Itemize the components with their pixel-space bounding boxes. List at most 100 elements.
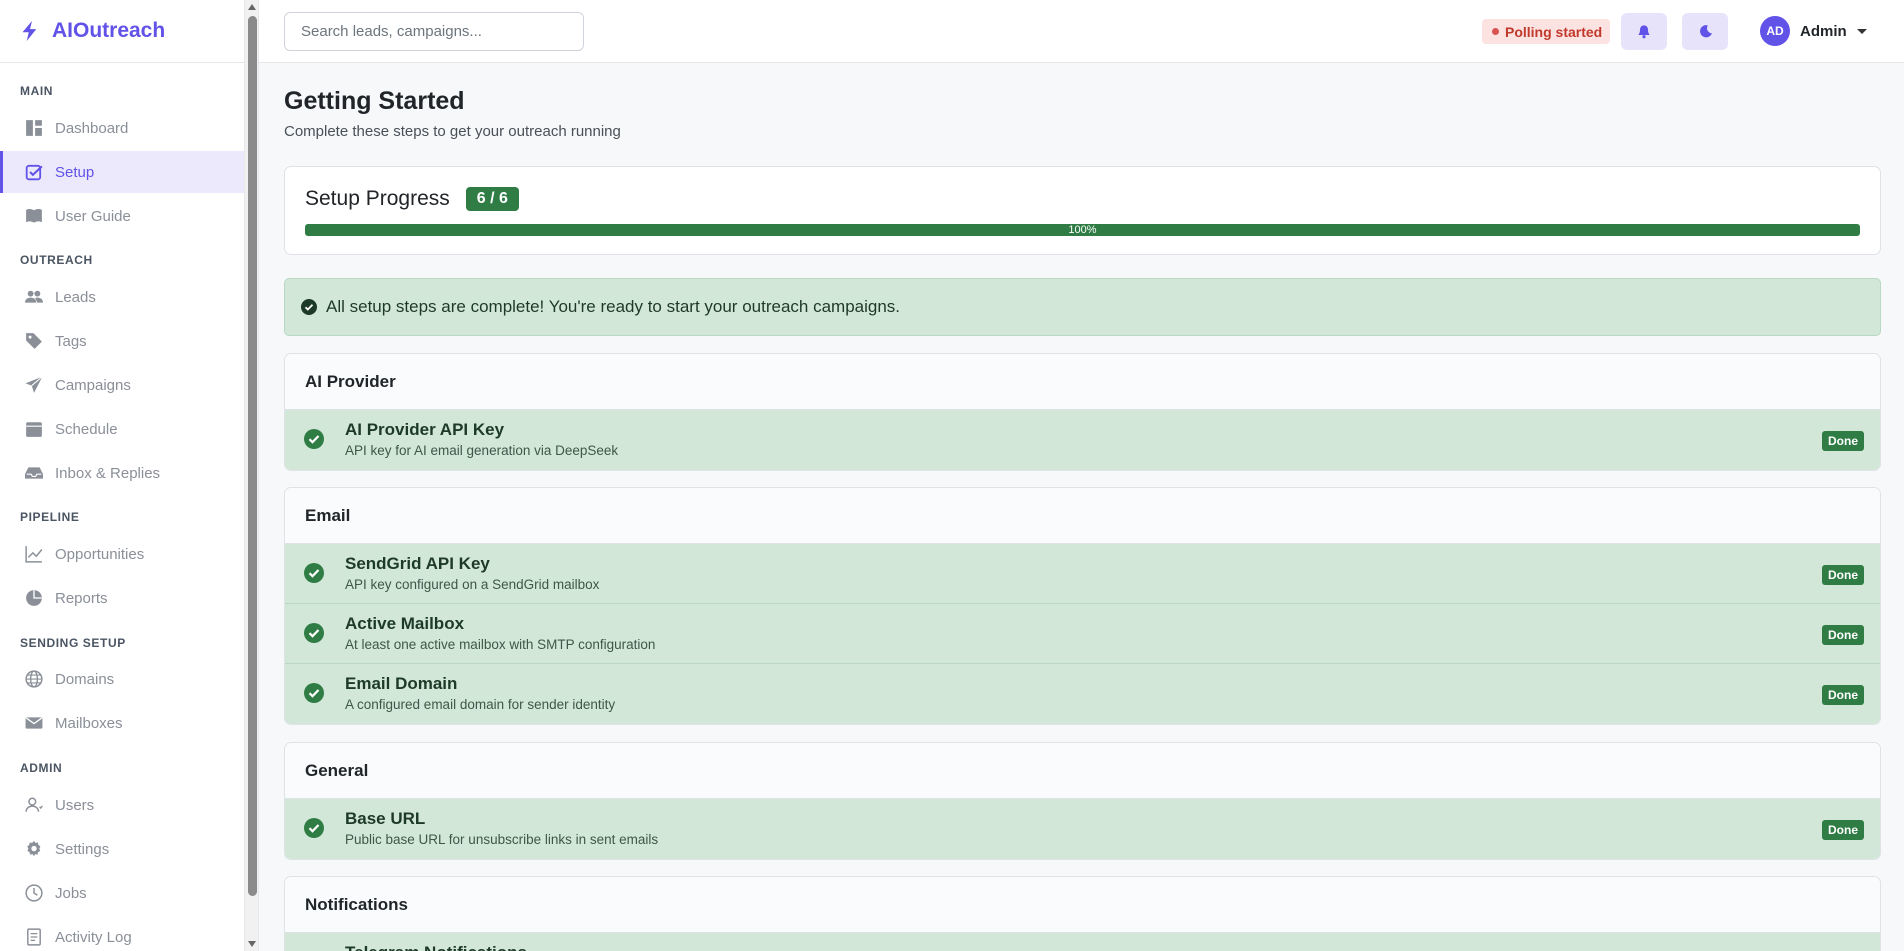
status-dot-icon bbox=[1492, 28, 1499, 35]
sidebar-item-settings[interactable]: Settings bbox=[0, 828, 244, 870]
sidebar-item-label: Domains bbox=[55, 670, 115, 688]
step-active-mailbox[interactable]: Active Mailbox At least one active mailb… bbox=[285, 604, 1880, 664]
section-email: Email SendGrid API Key API key configure… bbox=[284, 487, 1881, 725]
envelope-icon bbox=[24, 713, 44, 733]
book-icon bbox=[24, 206, 44, 226]
nav-section-pipeline: PIPELINE bbox=[20, 510, 80, 524]
sidebar-item-setup[interactable]: Setup bbox=[0, 151, 244, 193]
sidebar-item-jobs[interactable]: Jobs bbox=[0, 872, 244, 914]
progress-header: Setup Progress 6 / 6 bbox=[305, 187, 519, 211]
step-description: Public base URL for unsubscribe links in… bbox=[345, 832, 659, 847]
sidebar-item-label: Inbox & Replies bbox=[55, 464, 161, 482]
user-name: Admin bbox=[1800, 22, 1847, 40]
status-badge: Done bbox=[1822, 431, 1864, 451]
theme-toggle-button[interactable] bbox=[1682, 13, 1728, 50]
sidebar-item-reports[interactable]: Reports bbox=[0, 577, 244, 619]
sidebar-item-activity-log[interactable]: Activity Log bbox=[0, 916, 244, 951]
sidebar-item-mailboxes[interactable]: Mailboxes bbox=[0, 702, 244, 744]
sidebar-item-label: Tags bbox=[55, 332, 87, 350]
step-title: Active Mailbox bbox=[345, 614, 465, 633]
check-circle-icon bbox=[304, 563, 324, 583]
sidebar-scrollbar[interactable] bbox=[245, 0, 259, 951]
scroll-down-arrow[interactable] bbox=[248, 941, 256, 947]
bell-icon bbox=[1638, 25, 1650, 39]
sidebar-item-opportunities[interactable]: Opportunities bbox=[0, 533, 244, 575]
notifications-button[interactable] bbox=[1621, 13, 1667, 50]
progress-count-badge: 6 / 6 bbox=[465, 187, 519, 211]
sidebar: AIOutreach MAIN Dashboard Setup User Gui… bbox=[0, 0, 245, 951]
step-title: SendGrid API Key bbox=[345, 554, 490, 573]
globe-icon bbox=[24, 669, 44, 689]
tag-icon bbox=[24, 331, 44, 351]
scroll-up-arrow[interactable] bbox=[248, 4, 256, 10]
step-title: Base URL bbox=[345, 809, 426, 828]
status-badge: Done bbox=[1822, 820, 1864, 840]
sidebar-item-label: Activity Log bbox=[55, 928, 132, 946]
page-subtitle: Complete these steps to get your outreac… bbox=[284, 123, 621, 140]
sidebar-item-inbox[interactable]: Inbox & Replies bbox=[0, 452, 244, 494]
clock-icon bbox=[24, 883, 44, 903]
section-ai-provider: AI Provider AI Provider API Key API key … bbox=[284, 353, 1881, 471]
section-general: General Base URL Public base URL for uns… bbox=[284, 742, 1881, 860]
step-description: At least one active mailbox with SMTP co… bbox=[345, 637, 656, 652]
section-title: Notifications bbox=[285, 877, 1880, 933]
sidebar-item-domains[interactable]: Domains bbox=[0, 658, 244, 700]
step-title: Email Domain bbox=[345, 674, 458, 693]
check-circle-icon bbox=[301, 299, 317, 315]
step-sendgrid-api-key[interactable]: SendGrid API Key API key configured on a… bbox=[285, 544, 1880, 604]
calendar-icon bbox=[24, 419, 44, 439]
polling-status-badge: Polling started bbox=[1482, 19, 1611, 44]
check-circle-icon bbox=[304, 623, 324, 643]
sidebar-item-leads[interactable]: Leads bbox=[0, 276, 244, 318]
scroll-thumb[interactable] bbox=[248, 16, 257, 896]
brand[interactable]: AIOutreach bbox=[0, 0, 244, 63]
step-telegram-notifications[interactable]: Telegram Notifications bbox=[285, 933, 1880, 951]
sidebar-item-users[interactable]: Users bbox=[0, 784, 244, 826]
sidebar-item-label: Setup bbox=[55, 163, 95, 181]
send-icon bbox=[24, 375, 44, 395]
sidebar-item-user-guide[interactable]: User Guide bbox=[0, 195, 244, 237]
top-bar: Polling started AD Admin bbox=[259, 0, 1904, 63]
checkbox-icon bbox=[24, 162, 44, 182]
setup-progress-card: Setup Progress 6 / 6 100% bbox=[284, 166, 1881, 255]
inbox-icon bbox=[24, 463, 44, 483]
sidebar-item-label: Opportunities bbox=[55, 545, 145, 563]
gear-icon bbox=[24, 839, 44, 859]
step-email-domain[interactable]: Email Domain A configured email domain f… bbox=[285, 664, 1880, 724]
step-description: API key for AI email generation via Deep… bbox=[345, 443, 619, 458]
sidebar-item-label: Campaigns bbox=[55, 376, 131, 394]
section-title: AI Provider bbox=[285, 354, 1880, 410]
bolt-icon bbox=[22, 21, 37, 41]
step-description: API key configured on a SendGrid mailbox bbox=[345, 577, 600, 592]
dashboard-icon bbox=[24, 118, 44, 138]
sidebar-item-dashboard[interactable]: Dashboard bbox=[0, 107, 244, 149]
sidebar-item-campaigns[interactable]: Campaigns bbox=[0, 364, 244, 406]
brand-name: AIOutreach bbox=[52, 19, 166, 42]
status-badge: Done bbox=[1822, 565, 1864, 585]
section-title: Email bbox=[285, 488, 1880, 544]
search-input[interactable] bbox=[284, 12, 584, 51]
sidebar-item-tags[interactable]: Tags bbox=[0, 320, 244, 362]
progress-title: Setup Progress bbox=[305, 187, 450, 210]
step-base-url[interactable]: Base URL Public base URL for unsubscribe… bbox=[285, 799, 1880, 859]
person-icon bbox=[24, 795, 44, 815]
avatar: AD bbox=[1760, 16, 1790, 46]
journal-icon bbox=[24, 927, 44, 947]
check-circle-icon bbox=[304, 818, 324, 838]
chart-line-icon bbox=[24, 544, 44, 564]
sidebar-item-schedule[interactable]: Schedule bbox=[0, 408, 244, 450]
sidebar-item-label: Mailboxes bbox=[55, 714, 123, 732]
sidebar-item-label: Jobs bbox=[55, 884, 87, 902]
user-menu[interactable]: AD Admin bbox=[1760, 16, 1867, 46]
sidebar-item-label: Schedule bbox=[55, 420, 118, 438]
nav-section-main: MAIN bbox=[20, 84, 54, 98]
people-icon bbox=[24, 287, 44, 307]
check-circle-icon bbox=[304, 683, 324, 703]
pie-chart-icon bbox=[24, 588, 44, 608]
nav-section-sending-setup: SENDING SETUP bbox=[20, 636, 126, 650]
polling-status-text: Polling started bbox=[1505, 23, 1603, 40]
section-title: General bbox=[285, 743, 1880, 799]
step-ai-provider-api-key[interactable]: AI Provider API Key API key for AI email… bbox=[285, 410, 1880, 470]
status-badge: Done bbox=[1822, 625, 1864, 645]
sidebar-item-label: Dashboard bbox=[55, 119, 129, 137]
